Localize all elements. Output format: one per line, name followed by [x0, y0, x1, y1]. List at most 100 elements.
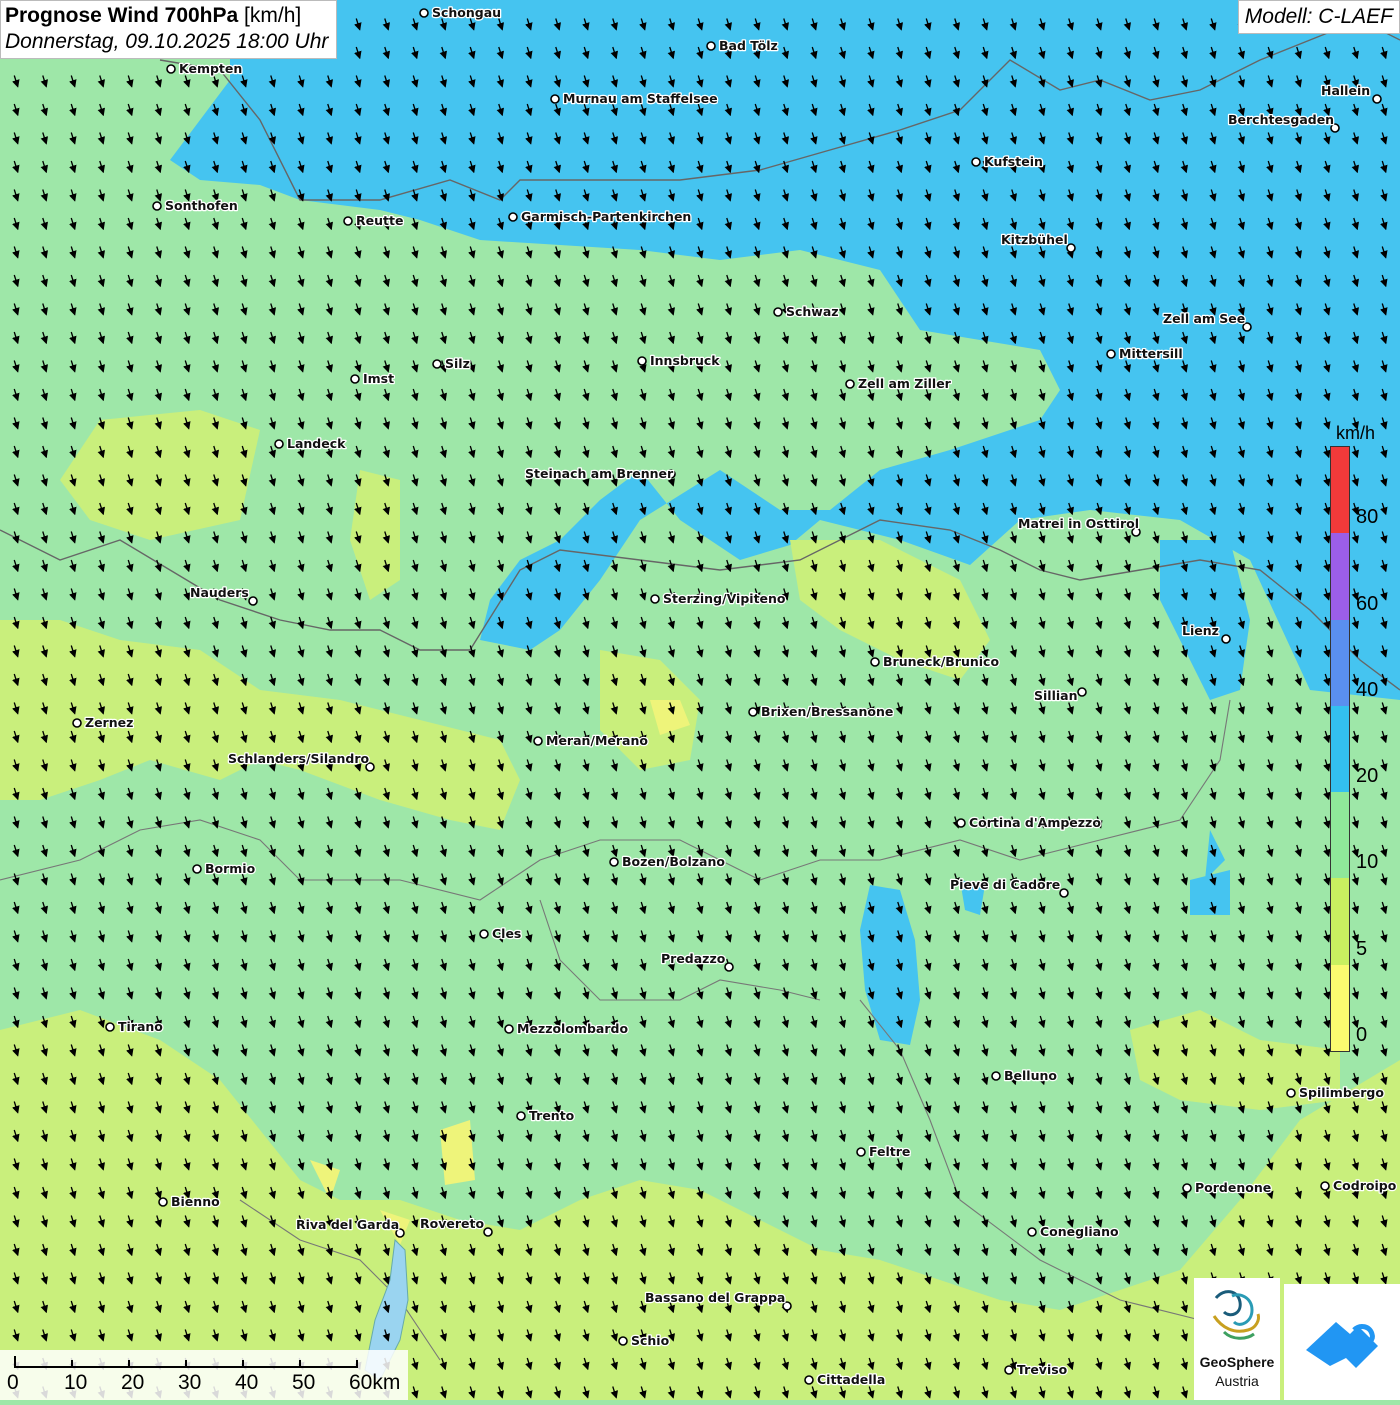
city-label: Meran/Merano — [546, 733, 648, 748]
city-marker — [516, 1111, 526, 1121]
city-marker — [1004, 1365, 1014, 1375]
legend-segment — [1331, 792, 1349, 879]
scale-tick-label: 0 — [7, 1371, 19, 1394]
city-label: Tirano — [118, 1019, 163, 1034]
city-label: Schio — [631, 1333, 670, 1348]
city-marker — [1182, 1183, 1192, 1193]
city-marker — [166, 64, 176, 74]
city-label: Bienno — [171, 1194, 220, 1209]
city-label: Mittersill — [1119, 346, 1183, 361]
city-label: Bassano del Grappa — [645, 1290, 785, 1305]
forecast-time: Donnerstag, 09.10.2025 18:00 Uhr — [5, 30, 329, 53]
city-label: Kitzbühel — [1001, 232, 1068, 247]
scale-tick-label: 20 — [121, 1371, 145, 1394]
scale-tick-label: 60km — [349, 1371, 401, 1394]
city-marker — [158, 1197, 168, 1207]
city-label: Mezzolombardo — [517, 1021, 628, 1036]
city-label: Bozen/Bolzano — [622, 854, 725, 869]
city-label: Feltre — [869, 1144, 910, 1159]
city-marker — [1059, 888, 1069, 898]
city-label: Bormio — [205, 861, 256, 876]
city-label: Bad Tölz — [719, 38, 778, 53]
legend-tick-label: 5 — [1356, 937, 1368, 960]
city-marker — [609, 857, 619, 867]
city-label: Rovereto — [420, 1216, 484, 1231]
city-marker — [971, 157, 981, 167]
logo-name: GeoSphere — [1199, 1354, 1275, 1370]
city-label: Berchtesgaden — [1228, 112, 1334, 127]
city-marker — [618, 1336, 628, 1346]
city-marker — [1106, 349, 1116, 359]
city-label: Predazzo — [661, 951, 726, 966]
scale-bar: 0 10 20 30 40 50 60km — [0, 1350, 408, 1400]
city-marker — [72, 718, 82, 728]
legend-segment — [1331, 878, 1349, 965]
city-label: Spilimbergo — [1299, 1085, 1384, 1100]
city-marker — [432, 359, 442, 369]
city-label: Trento — [529, 1108, 575, 1123]
app-emblem-icon — [1306, 1322, 1378, 1368]
legend-tick-label: 80 — [1356, 506, 1379, 529]
legend-segment — [1331, 964, 1349, 1051]
color-legend: km/h 80 60 40 20 10 5 0 — [1326, 420, 1386, 1052]
legend-tick-label: 40 — [1356, 678, 1379, 701]
city-label: Landeck — [287, 436, 346, 451]
legend-tick-label: 0 — [1356, 1024, 1368, 1046]
city-marker — [343, 216, 353, 226]
city-marker — [533, 736, 543, 746]
geosphere-emblem-icon — [1212, 1290, 1260, 1340]
city-marker — [637, 356, 647, 366]
city-label: Codroipo — [1333, 1178, 1397, 1193]
logo-sub: Austria — [1215, 1373, 1259, 1389]
app-logo[interactable] — [1284, 1284, 1400, 1400]
city-marker — [479, 929, 489, 939]
city-label: Schlanders/Silandro — [228, 751, 370, 766]
city-marker — [483, 1227, 493, 1237]
city-marker — [504, 1024, 514, 1034]
scale-tick-label: 30 — [178, 1371, 202, 1394]
city-marker — [991, 1071, 1001, 1081]
city-marker — [550, 94, 560, 104]
city-marker — [1077, 687, 1087, 697]
city-marker — [105, 1022, 115, 1032]
city-label: Schwaz — [786, 304, 839, 319]
city-label: Treviso — [1017, 1362, 1068, 1377]
city-label: Sterzing/Vipiteno — [663, 591, 786, 606]
city-marker — [1066, 243, 1076, 253]
city-marker — [419, 8, 429, 18]
city-label: Reutte — [356, 213, 403, 228]
city-marker — [192, 864, 202, 874]
city-label: Schongau — [432, 5, 501, 20]
city-marker — [706, 41, 716, 51]
city-marker — [350, 374, 360, 384]
legend-segment — [1331, 619, 1349, 706]
scale-tick-label: 50 — [292, 1371, 316, 1394]
scale-tick — [242, 1360, 244, 1368]
wind-map[interactable]: Schongau Bad Tölz Kempten Murnau am Staffel… — [0, 0, 1400, 1400]
city-marker — [804, 1375, 814, 1385]
model-label: Modell: C-LAEF — [1237, 0, 1400, 34]
city-marker — [845, 379, 855, 389]
geosphere-logo[interactable]: GeoSphere Austria — [1194, 1278, 1280, 1400]
legend-unit: km/h — [1336, 423, 1376, 443]
legend-segment — [1331, 705, 1349, 793]
city-label: Matrei in Osttirol — [1018, 516, 1139, 531]
city-marker — [152, 201, 162, 211]
city-marker — [856, 1147, 866, 1157]
city-label: Cles — [492, 926, 521, 941]
city-label: Innsbruck — [650, 353, 720, 368]
city-marker — [274, 439, 284, 449]
legend-tick-label: 60 — [1356, 592, 1379, 615]
city-label: Brixen/Bressanone — [761, 704, 893, 719]
city-label: Conegliano — [1040, 1224, 1119, 1239]
title-main: Prognose Wind 700hPa — [5, 4, 239, 27]
city-label: Nauders — [190, 585, 249, 600]
scale-tick — [14, 1360, 16, 1368]
city-label: Bruneck/Brunico — [883, 654, 999, 669]
city-marker — [1372, 94, 1382, 104]
city-label: Lienz — [1182, 623, 1219, 638]
city-label: Zernez — [85, 715, 133, 730]
city-label: Riva del Garda — [296, 1217, 399, 1232]
scale-tick — [71, 1360, 73, 1368]
city-label: Pieve di Cadore — [950, 877, 1060, 892]
